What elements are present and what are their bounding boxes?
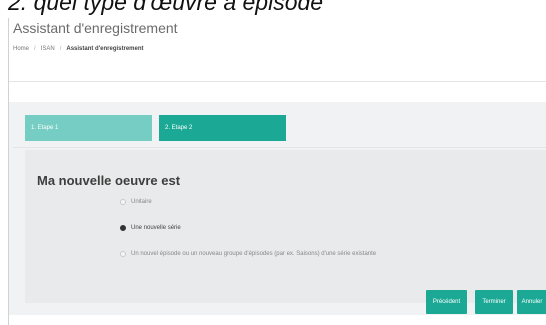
breadcrumb-home-link[interactable]: Home xyxy=(13,46,29,52)
option-label: Unitaire xyxy=(131,199,152,205)
breadcrumb: Home / ISAN / Assistant d'enregistrement xyxy=(13,46,144,52)
option-nouvel-episode[interactable]: Un nouvel épisode ou un nouveau groupe d… xyxy=(120,251,376,257)
wizard-step-1[interactable]: 1. Etape 1 xyxy=(25,115,152,141)
previous-button[interactable]: Précédent xyxy=(426,290,467,314)
radio-button[interactable] xyxy=(120,199,126,205)
breadcrumb-divider xyxy=(9,81,546,82)
option-nouvelle-serie[interactable]: Une nouvelle série xyxy=(120,225,181,231)
finish-button[interactable]: Terminer xyxy=(475,290,513,314)
breadcrumb-current: Assistant d'enregistrement xyxy=(66,46,144,52)
breadcrumb-separator: / xyxy=(59,46,62,52)
form-title: Ma nouvelle oeuvre est xyxy=(37,173,181,188)
breadcrumb-separator: / xyxy=(34,46,36,52)
steps-divider xyxy=(13,147,546,148)
cancel-button[interactable]: Annuler xyxy=(517,290,546,314)
form-panel: Ma nouvelle oeuvre est Unitaire Une nouv… xyxy=(25,150,546,303)
radio-button-checked[interactable] xyxy=(120,225,126,231)
document-heading: 2. quel type d'œuvre à épisode xyxy=(8,0,324,15)
breadcrumb-isan-link[interactable]: ISAN xyxy=(41,46,55,52)
option-label: Une nouvelle série xyxy=(131,225,181,231)
wizard-step-2[interactable]: 2. Etape 2 xyxy=(159,115,286,141)
option-unitaire[interactable]: Unitaire xyxy=(120,199,152,205)
radio-button[interactable] xyxy=(120,251,126,257)
page-title: Assistant d'enregistrement xyxy=(13,20,178,36)
option-label: Un nouvel épisode ou un nouveau groupe d… xyxy=(131,251,377,257)
app-window: Assistant d'enregistrement Home / ISAN /… xyxy=(8,18,546,325)
